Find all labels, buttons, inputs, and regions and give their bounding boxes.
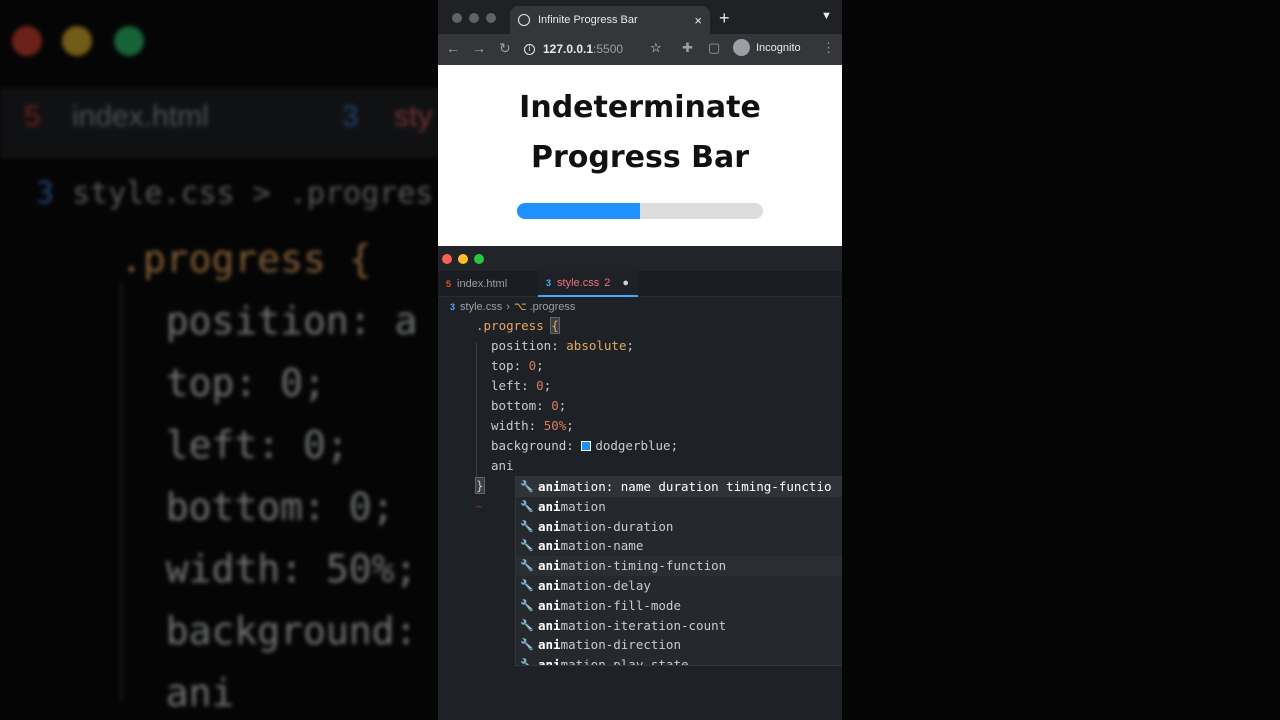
chevron-right-icon: › (506, 300, 510, 313)
bg-tab-index: index.html (72, 100, 209, 133)
browser-tab[interactable]: Infinite Progress Bar × (510, 6, 710, 34)
page-title: Indeterminate Progress Bar (438, 83, 842, 183)
minimize-dot-icon[interactable] (458, 254, 468, 264)
suggestion-item[interactable]: 🔧 ani mation (516, 497, 842, 517)
close-dot-icon[interactable] (442, 254, 452, 264)
maximize-dot-icon[interactable] (474, 254, 484, 264)
reload-icon[interactable]: ↻ (499, 40, 511, 57)
bg-tab-bar (0, 88, 440, 158)
progress-track (517, 203, 763, 219)
wrench-icon: 🔧 (520, 578, 534, 592)
suggestion-item[interactable]: 🔧 ani mation-delay (516, 576, 842, 596)
tab-title: Infinite Progress Bar (538, 14, 638, 26)
close-dot-icon[interactable] (452, 13, 462, 23)
page-title-line2: Progress Bar (530, 140, 750, 175)
wrench-icon: 🔧 (520, 499, 534, 513)
info-icon[interactable]: i (524, 43, 535, 55)
css3-icon: 3 (342, 100, 359, 133)
tab-strip: Infinite Progress Bar × + ▼ (438, 0, 842, 34)
tab-style-css[interactable]: 3 style.css 2 ● (538, 271, 638, 297)
suggestion-item[interactable]: 🔧 ani mation-play-state (516, 655, 842, 666)
maximize-dot-icon (114, 26, 144, 56)
code-line-5: bottom: 0; (491, 398, 567, 413)
code-line-10: ~ (476, 502, 483, 513)
code-line-3: top: 0; (491, 358, 544, 373)
code-line-8: ani (491, 458, 514, 473)
bg-tab-style: sty (394, 100, 433, 133)
breadcrumb: 3 style.css › ⌥ .progress (450, 300, 576, 314)
autocomplete-dropdown: 🔧 ani mation: name duration timing-functio… (515, 476, 842, 666)
suggestion-item[interactable]: 🔧 ani mation-name (516, 536, 842, 556)
video-frame: 5 index.html 3 sty 3 style.css > .progre… (0, 0, 1280, 720)
tab-index-html[interactable]: 5 index.html (438, 271, 534, 297)
extensions-puzzle-icon[interactable]: ✚ (682, 40, 693, 56)
color-swatch-icon[interactable] (581, 441, 592, 451)
maximize-dot-icon[interactable] (486, 13, 496, 23)
suggestion-item[interactable]: 🔧 ani mation-direction (516, 635, 842, 655)
css3-icon: 3 (546, 278, 552, 288)
minimize-dot-icon[interactable] (469, 13, 479, 23)
wrench-icon: 🔧 (520, 598, 534, 612)
suggestion-item[interactable]: 🔧 ani mation-timing-function (516, 556, 842, 576)
incognito-icon (733, 39, 750, 56)
more-menu-icon[interactable]: ⋮ (822, 40, 835, 56)
suggestion-item[interactable]: 🔧 ani mation: name duration timing-functio (516, 477, 842, 497)
code-line-9: } (475, 477, 485, 494)
progress-fill (517, 203, 640, 219)
url-port: :5500 (593, 42, 624, 56)
code-editor-window: 5 index.html 3 style.css 2 ● 3 style.css… (438, 246, 842, 720)
wrench-icon: 🔧 (520, 480, 534, 493)
html5-icon: 5 (24, 100, 41, 133)
wrench-icon: 🔧 (520, 658, 534, 666)
css3-icon: 3 (450, 301, 456, 312)
browser-window: Infinite Progress Bar × + ▼ ← → ↻ i 127.… (438, 0, 842, 246)
editor-titlebar (438, 246, 842, 271)
browser-chrome: Infinite Progress Bar × + ▼ ← → ↻ i 127.… (438, 0, 842, 65)
indent-guide (476, 342, 477, 482)
minimize-dot-icon (62, 26, 92, 56)
back-arrow-icon[interactable]: ← (446, 40, 460, 56)
problems-badge: 2 (604, 277, 611, 289)
html5-icon: 5 (446, 279, 452, 289)
page-title-line1: Indeterminate (519, 90, 761, 125)
suggestion-item[interactable]: 🔧 ani mation-duration (516, 517, 842, 537)
code-line-4: left: 0; (491, 378, 552, 393)
code-line-7: background: dodgerblue; (491, 438, 679, 453)
wrench-icon: 🔧 (520, 638, 534, 652)
address-toolbar: ← → ↻ i 127.0.0.1:5500 ☆ ✚ ▢ Incognito ⋮ (438, 34, 842, 65)
code-line-2: position: absolute; (491, 338, 635, 353)
bookmark-star-icon[interactable]: ☆ (650, 40, 662, 56)
wrench-icon: 🔧 (520, 519, 534, 533)
forward-arrow-icon[interactable]: → (472, 40, 486, 56)
suggestion-item[interactable]: 🔧 ani mation-fill-mode (516, 596, 842, 616)
close-dot-icon (12, 26, 42, 56)
bg-breadcrumb: 3 style.css > .progres (36, 176, 434, 211)
new-tab-button[interactable]: + (719, 8, 730, 29)
chevron-down-icon[interactable]: ▼ (821, 10, 832, 22)
editor-tab-bar: 5 index.html 3 style.css 2 ● (438, 271, 842, 297)
page-content: Indeterminate Progress Bar (438, 65, 842, 246)
suggestion-item[interactable]: 🔧 ani mation-iteration-count (516, 616, 842, 636)
incognito-indicator[interactable]: Incognito (733, 39, 801, 56)
side-panel-icon[interactable]: ▢ (708, 40, 720, 56)
incognito-label: Incognito (756, 41, 801, 54)
symbol-icon: ⌥ (513, 301, 527, 313)
url-host: 127.0.0.1 (543, 42, 594, 56)
wrench-icon: 🔧 (520, 539, 534, 553)
wrench-icon: 🔧 (520, 618, 534, 632)
wrench-icon: 🔧 (520, 559, 534, 573)
unsaved-dot-icon[interactable]: ● (622, 277, 629, 289)
css3-icon: 3 (36, 176, 73, 211)
code-line-6: width: 50%; (491, 418, 574, 433)
code-line-1: .progress { (476, 317, 560, 334)
close-tab-icon[interactable]: × (694, 13, 702, 28)
bg-code: .progress { position: a top: 0; left: 0;… (120, 237, 418, 715)
globe-icon (518, 14, 530, 26)
